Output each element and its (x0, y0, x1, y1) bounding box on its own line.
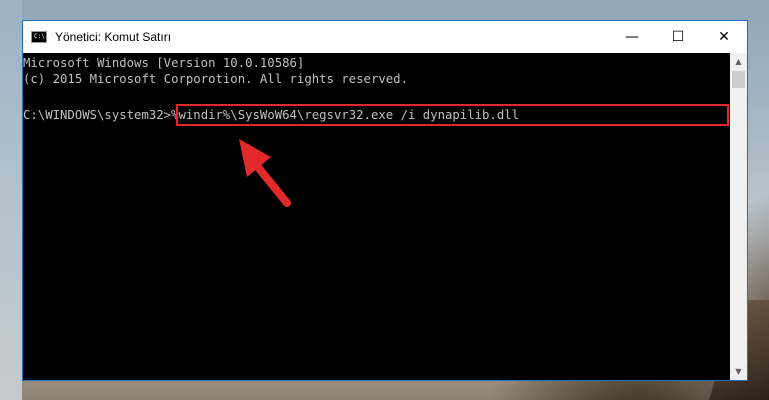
command-highlight-box (176, 104, 729, 126)
close-button[interactable]: ✕ (701, 21, 747, 53)
console-line: Microsoft Windows [Version 10.0.10586] (23, 56, 305, 70)
console-output[interactable]: Microsoft Windows [Version 10.0.10586] (… (23, 53, 731, 380)
maximize-button[interactable]: ☐ (655, 21, 701, 53)
scrollbar-thumb[interactable] (732, 71, 745, 88)
cmd-icon[interactable]: C:\ (31, 31, 47, 43)
command-prompt-window[interactable]: C:\ Yönetici: Komut Satırı — ☐ ✕ Microso… (22, 20, 748, 381)
window-controls: — ☐ ✕ (609, 21, 747, 53)
desktop-background (0, 0, 22, 400)
pointer-arrow-icon (239, 139, 291, 207)
title-bar[interactable]: C:\ Yönetici: Komut Satırı — ☐ ✕ (23, 21, 747, 53)
minimize-button[interactable]: — (609, 21, 655, 53)
prompt-path: C:\WINDOWS\system32> (23, 108, 172, 122)
vertical-scrollbar[interactable]: ▲ ▼ (730, 53, 747, 380)
window-title: Yönetici: Komut Satırı (55, 30, 172, 44)
chevron-up-icon[interactable]: ▲ (730, 53, 747, 70)
console-line: (c) 2015 Microsoft Corporotion. All righ… (23, 72, 408, 86)
chevron-down-icon[interactable]: ▼ (730, 363, 747, 380)
